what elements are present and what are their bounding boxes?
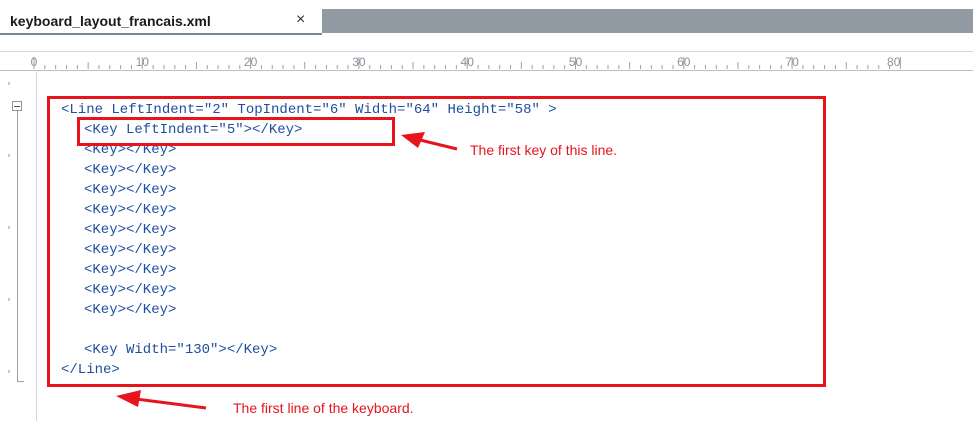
- fold-guide: [17, 111, 18, 382]
- close-icon[interactable]: ×: [296, 11, 305, 29]
- ruler: 0 10 20 30 40 50 60 70 80: [0, 35, 973, 72]
- tab-bar: keyboard_layout_francais.xml ×: [0, 0, 973, 35]
- ruler-label: 10: [136, 55, 150, 69]
- ruler-label: 80: [887, 55, 901, 69]
- first-key-highlight-box: [77, 117, 395, 146]
- tab-strip-background: [322, 9, 973, 33]
- tab-keyboard-layout-francais[interactable]: keyboard_layout_francais.xml ×: [0, 9, 322, 35]
- ruler-label: 60: [677, 55, 691, 69]
- ruler-label: 70: [785, 55, 799, 69]
- ruler-label: 40: [461, 55, 475, 69]
- ruler-label: 30: [352, 55, 366, 69]
- ruler-scale: 0 10 20 30 40 50 60 70 80: [31, 55, 901, 69]
- annotation-first-key: The first key of this line.: [470, 142, 618, 158]
- tab-title: keyboard_layout_francais.xml: [10, 13, 211, 29]
- editor-gutter: [0, 72, 37, 421]
- arrow-first-line-icon: [116, 390, 207, 410]
- ruler-label: 20: [244, 55, 258, 69]
- fold-toggle-icon[interactable]: [12, 101, 22, 111]
- annotation-first-line: The first line of the keyboard.: [233, 400, 414, 416]
- ruler-label: 50: [569, 55, 583, 69]
- ruler-label: 0: [31, 55, 38, 69]
